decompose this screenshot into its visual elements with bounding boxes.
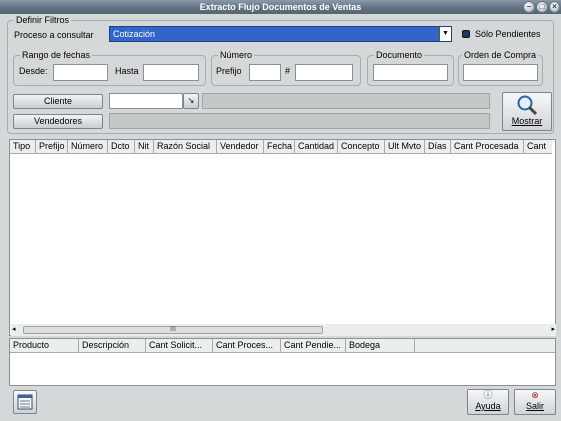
column-header[interactable]: Producto	[10, 339, 79, 352]
column-header[interactable]: Días	[425, 140, 451, 153]
documents-table-header: Tipo Prefijo Número Dcto Nit Razón Socia…	[10, 140, 552, 154]
scroll-thumb[interactable]: III	[23, 326, 323, 334]
process-select-value: Cotización	[113, 29, 156, 39]
horizontal-scrollbar[interactable]: ◂ III ▸	[11, 324, 556, 336]
exit-button[interactable]: ⊗ Salir	[514, 389, 556, 415]
number-input[interactable]	[295, 64, 353, 81]
help-button-label: Ayuda	[475, 401, 501, 411]
column-header[interactable]: Tipo	[10, 140, 36, 153]
from-label: Desde:	[19, 66, 48, 76]
column-header[interactable]: Cant Solicit...	[146, 339, 213, 352]
number-legend: Número	[218, 50, 255, 61]
detail-table[interactable]: Producto Descripción Cant Solicit... Can…	[9, 338, 556, 386]
client-input[interactable]	[109, 93, 183, 109]
table-export-icon	[17, 394, 33, 410]
hash-label: #	[285, 66, 291, 76]
lookup-icon[interactable]: ↘	[183, 93, 199, 109]
column-header[interactable]: Número	[68, 140, 108, 153]
client-name-display	[202, 93, 490, 109]
sellers-display	[109, 113, 490, 129]
column-header[interactable]: Cant Pendie...	[281, 339, 346, 352]
close-icon[interactable]: ×	[549, 1, 560, 13]
document-legend: Documento	[374, 50, 425, 61]
column-header[interactable]: Bodega	[346, 339, 415, 352]
client-button[interactable]: Cliente	[13, 94, 103, 109]
column-header[interactable]: Cant	[524, 140, 552, 153]
document-input[interactable]	[373, 64, 448, 81]
to-label: Hasta	[115, 66, 139, 76]
column-header-empty	[415, 339, 555, 352]
column-header[interactable]: Cantidad	[295, 140, 338, 153]
filters-legend: Definir Filtros	[14, 15, 72, 26]
column-header[interactable]: Dcto	[108, 140, 135, 153]
prefix-input[interactable]	[249, 64, 281, 81]
help-button[interactable]: ⓘ Ayuda	[467, 389, 509, 415]
column-header[interactable]: Nit	[135, 140, 154, 153]
minimize-icon[interactable]: –	[523, 1, 535, 13]
chevron-down-icon[interactable]: ▼	[439, 27, 451, 41]
window-title: Extracto Flujo Documentos de Ventas	[199, 2, 362, 12]
to-date-input[interactable]	[143, 64, 199, 81]
column-header[interactable]: Descripción	[79, 339, 146, 352]
maximize-icon[interactable]: □	[536, 1, 548, 13]
help-icon: ⓘ	[483, 390, 493, 400]
exit-icon: ⊗	[531, 390, 539, 400]
column-header[interactable]: Cant Procesada	[451, 140, 524, 153]
column-header[interactable]: Cant Proces...	[213, 339, 281, 352]
show-button[interactable]: Mostrar	[502, 92, 552, 131]
process-select[interactable]: Cotización ▼	[109, 26, 452, 42]
documents-table[interactable]: Tipo Prefijo Número Dcto Nit Razón Socia…	[9, 139, 556, 336]
purchase-order-input[interactable]	[463, 64, 538, 81]
sellers-button[interactable]: Vendedores	[13, 114, 103, 129]
show-button-label: Mostrar	[511, 116, 543, 126]
column-header[interactable]: Prefijo	[36, 140, 68, 153]
column-header[interactable]: Ult Mvto	[385, 140, 425, 153]
magnifier-icon	[517, 95, 538, 116]
spreadsheet-icon[interactable]	[13, 390, 37, 414]
date-range-legend: Rango de fechas	[20, 50, 93, 61]
purchase-order-legend: Orden de Compra	[462, 50, 539, 61]
only-pending-checkbox[interactable]	[462, 30, 470, 38]
column-header[interactable]: Razón Social	[154, 140, 217, 153]
title-bar: Extracto Flujo Documentos de Ventas – □ …	[0, 0, 561, 14]
from-date-input[interactable]	[53, 64, 108, 81]
scroll-left-icon[interactable]: ◂	[12, 324, 16, 336]
column-header[interactable]: Vendedor	[217, 140, 264, 153]
column-header[interactable]: Fecha	[264, 140, 295, 153]
exit-button-label: Salir	[525, 401, 544, 411]
only-pending-label: Sólo Pendientes	[475, 29, 541, 39]
scroll-right-icon[interactable]: ▸	[551, 324, 555, 336]
prefix-label: Prefijo	[216, 66, 242, 76]
column-header[interactable]: Concepto	[338, 140, 385, 153]
process-label: Proceso a consultar	[14, 30, 94, 40]
detail-table-header: Producto Descripción Cant Solicit... Can…	[10, 339, 555, 353]
